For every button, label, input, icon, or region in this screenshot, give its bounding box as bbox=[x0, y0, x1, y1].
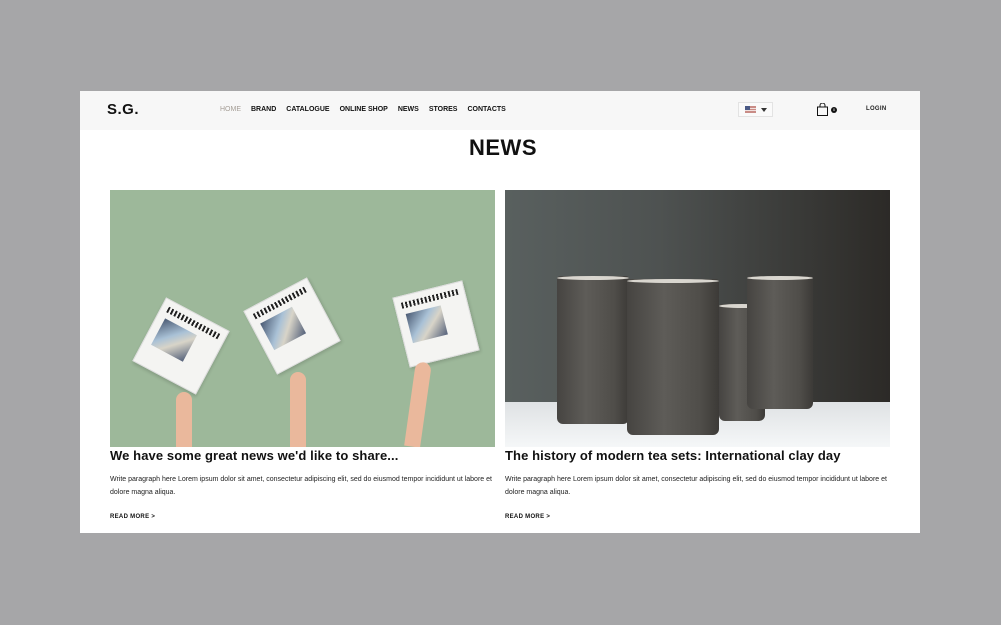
clay-pitcher-shape bbox=[627, 279, 719, 435]
nav-item-contacts[interactable]: CONTACTS bbox=[467, 106, 505, 113]
read-more-link[interactable]: READ MORE > bbox=[110, 514, 495, 520]
shopping-bag-icon bbox=[817, 103, 828, 116]
newspaper-shape bbox=[243, 277, 341, 375]
nav-item-online-shop[interactable]: ONLINE SHOP bbox=[340, 106, 388, 113]
nav-item-catalogue[interactable]: CATALOGUE bbox=[286, 106, 329, 113]
newspaper-shape bbox=[392, 280, 480, 368]
news-card: The history of modern tea sets: Internat… bbox=[505, 190, 890, 520]
login-link[interactable]: LOGIN bbox=[866, 106, 887, 112]
us-flag-icon bbox=[744, 106, 756, 113]
cart-count-badge: 0 bbox=[831, 106, 837, 113]
nav-item-home[interactable]: HOME bbox=[220, 106, 241, 113]
article-title[interactable]: We have some great news we'd like to sha… bbox=[110, 448, 495, 463]
article-excerpt: Write paragraph here Lorem ipsum dolor s… bbox=[505, 476, 887, 496]
newspaper-shape bbox=[132, 297, 230, 395]
language-selector[interactable] bbox=[738, 102, 773, 117]
news-card: We have some great news we'd like to sha… bbox=[110, 190, 495, 520]
clay-pitcher-shape bbox=[747, 276, 813, 409]
news-card-image[interactable] bbox=[110, 190, 495, 447]
read-more-link[interactable]: READ MORE > bbox=[505, 514, 890, 520]
hand-shape bbox=[176, 392, 192, 447]
cart-button[interactable]: 0 bbox=[817, 103, 837, 116]
news-card-image[interactable] bbox=[505, 190, 890, 447]
nav-item-stores[interactable]: STORES bbox=[429, 106, 458, 113]
hand-shape bbox=[290, 372, 306, 447]
nav-item-brand[interactable]: BRAND bbox=[251, 106, 276, 113]
chevron-down-icon bbox=[760, 107, 767, 112]
article-excerpt: Write paragraph here Lorem ipsum dolor s… bbox=[110, 476, 492, 496]
browser-page: S.G. HOME BRAND CATALOGUE ONLINE SHOP NE… bbox=[80, 91, 920, 533]
site-header: S.G. HOME BRAND CATALOGUE ONLINE SHOP NE… bbox=[80, 91, 920, 130]
clay-pitcher-shape bbox=[557, 276, 629, 424]
article-title[interactable]: The history of modern tea sets: Internat… bbox=[505, 448, 890, 463]
hand-shape bbox=[404, 361, 432, 447]
main-nav: HOME BRAND CATALOGUE ONLINE SHOP NEWS ST… bbox=[220, 106, 506, 113]
page-title: NEWS bbox=[469, 135, 537, 160]
site-logo[interactable]: S.G. bbox=[107, 101, 139, 118]
nav-item-news[interactable]: NEWS bbox=[398, 106, 419, 113]
